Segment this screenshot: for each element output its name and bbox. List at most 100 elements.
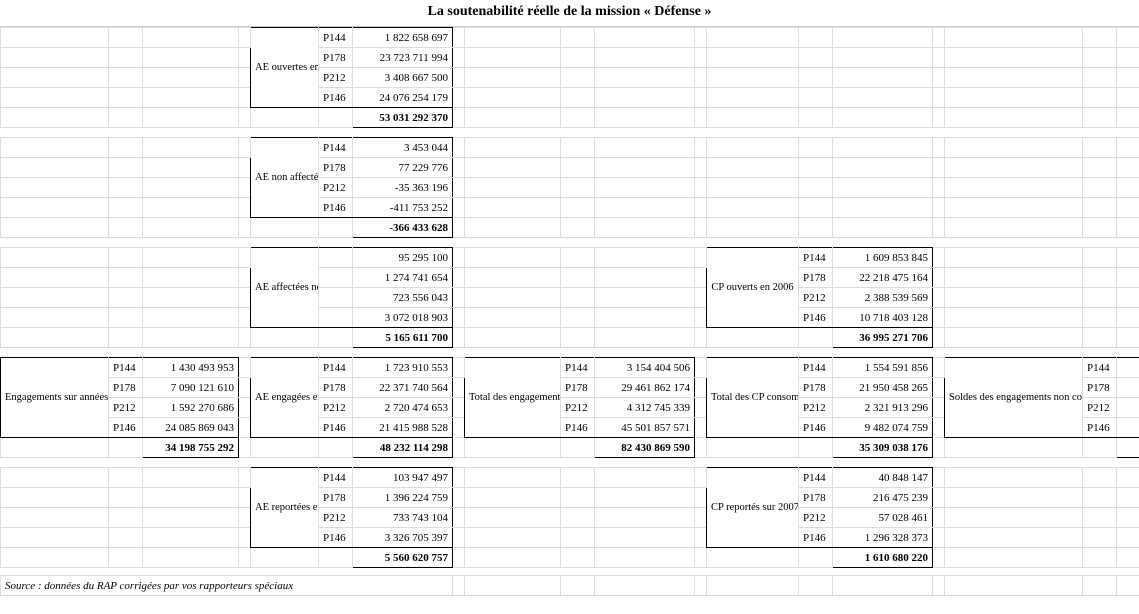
- prog: P178: [799, 268, 833, 288]
- prog: P212: [799, 288, 833, 308]
- prog: P146: [1083, 418, 1117, 438]
- value: 45 501 857 571: [595, 418, 695, 438]
- prog: P144: [1083, 358, 1117, 378]
- block-ae-engagees-label: AE engagées en 2006 (1): [251, 358, 319, 438]
- block-cp-ouverts-label: CP ouverts en 2006: [707, 248, 799, 328]
- source-note: Source : données du RAP corrigées par vo…: [1, 576, 453, 596]
- prog: P178: [319, 488, 353, 508]
- value: 9 482 074 759: [833, 418, 933, 438]
- value: -35 363 196: [353, 178, 453, 198]
- value: 4 312 745 339: [595, 398, 695, 418]
- prog: P146: [109, 418, 143, 438]
- value: 57 028 461: [833, 508, 933, 528]
- value: 2 720 474 653: [353, 398, 453, 418]
- sustainability-table: AE ouvertes en 2006 P144 1 822 658 697 P…: [0, 27, 1139, 596]
- prog: P144: [319, 138, 353, 158]
- total-ae-ouvertes: 53 031 292 370: [353, 108, 453, 128]
- prog: P212: [109, 398, 143, 418]
- value: 3 453 044: [353, 138, 453, 158]
- prog: P178: [319, 158, 353, 178]
- total-engagements-anterieurs: 34 198 755 292: [143, 438, 239, 458]
- prog: P212: [1083, 398, 1117, 418]
- value: 1 274 741 654: [353, 268, 453, 288]
- prog: P178: [1083, 378, 1117, 398]
- block-total-cp-consommes-label: Total des CP consommés en 2006 (4): [707, 358, 799, 438]
- prog: P212: [799, 398, 833, 418]
- value: 103 947 497: [353, 468, 453, 488]
- prog: P178: [799, 488, 833, 508]
- value: 3 072 018 903: [353, 308, 453, 328]
- prog: P144: [799, 358, 833, 378]
- value: 1 822 658 697: [353, 28, 453, 48]
- value: 1 430 493 953: [143, 358, 239, 378]
- prog: P144: [109, 358, 143, 378]
- prog: P146: [319, 198, 353, 218]
- value: 36 019 782 812: [1117, 418, 1139, 438]
- value: 3 408 667 500: [353, 68, 453, 88]
- prog: P178: [799, 378, 833, 398]
- page-title: La soutenabilité réelle de la mission « …: [0, 0, 1139, 27]
- prog: P212: [319, 68, 353, 88]
- total-ae-engagees: 48 232 114 298: [353, 438, 453, 458]
- block-soldes-engagements-label: Soldes des engagements non couverts par …: [945, 358, 1083, 438]
- value: 24 085 869 043: [143, 418, 239, 438]
- total-cp-reportes: 1 610 680 220: [833, 548, 933, 568]
- value: 1 396 224 759: [353, 488, 453, 508]
- value: 24 076 254 179: [353, 88, 453, 108]
- value: 723 556 043: [353, 288, 453, 308]
- value: 1 592 270 686: [143, 398, 239, 418]
- block-engagements-anterieurs-label: Engagements sur années antérieures non c…: [1, 358, 109, 438]
- value: 7 090 121 610: [143, 378, 239, 398]
- block-ae-reportees-label: AE reportées en 2007: [251, 468, 319, 548]
- prog: P146: [319, 528, 353, 548]
- value: 3 154 404 506: [595, 358, 695, 378]
- value: 77 229 776: [353, 158, 453, 178]
- value: 1 554 591 856: [833, 358, 933, 378]
- prog: P146: [319, 418, 353, 438]
- value: 21 950 458 265: [833, 378, 933, 398]
- value: 7 511 403 909: [1117, 378, 1139, 398]
- value: 23 723 711 994: [353, 48, 453, 68]
- value: 95 295 100: [353, 248, 453, 268]
- block-total-engagements-label: Total des engagements réalisés au 31/12/…: [465, 358, 561, 438]
- total-ae-reportees: 5 560 620 757: [353, 548, 453, 568]
- value: 1 296 328 373: [833, 528, 933, 548]
- prog: P178: [319, 378, 353, 398]
- total-soldes-engagements: 47 121 831 414: [1117, 438, 1139, 458]
- value: 29 461 862 174: [595, 378, 695, 398]
- prog: P212: [561, 398, 595, 418]
- value: 21 415 988 528: [353, 418, 453, 438]
- value: 216 475 239: [833, 488, 933, 508]
- value: 1 599 812 650: [1117, 358, 1139, 378]
- value: 2 321 913 296: [833, 398, 933, 418]
- prog: P146: [799, 308, 833, 328]
- prog: P144: [561, 358, 595, 378]
- value: 1 609 853 845: [833, 248, 933, 268]
- prog: P144: [319, 28, 353, 48]
- prog: P212: [319, 398, 353, 418]
- value: 40 848 147: [833, 468, 933, 488]
- prog: P146: [319, 88, 353, 108]
- value: 2 388 539 569: [833, 288, 933, 308]
- prog: P212: [319, 508, 353, 528]
- prog: P144: [799, 248, 833, 268]
- prog: P144: [319, 468, 353, 488]
- total-ae-affectees: 5 165 611 700: [353, 328, 453, 348]
- prog: P178: [561, 378, 595, 398]
- prog: P212: [319, 178, 353, 198]
- value: 1 723 910 553: [353, 358, 453, 378]
- total-ae-non-affectees: -366 433 628: [353, 218, 453, 238]
- value: 10 718 403 128: [833, 308, 933, 328]
- block-cp-reportes-label: CP reportés sur 2007: [707, 468, 799, 548]
- prog: P178: [109, 378, 143, 398]
- prog: P144: [799, 468, 833, 488]
- prog: P144: [319, 358, 353, 378]
- prog: P178: [319, 48, 353, 68]
- value: -411 753 252: [353, 198, 453, 218]
- prog: P146: [799, 418, 833, 438]
- block-ae-non-affectees-label: AE non affectées au 31/12/2006: [251, 138, 319, 218]
- value: 1 990 832 043: [1117, 398, 1139, 418]
- total-total-engagements: 82 430 869 590: [595, 438, 695, 458]
- block-ae-ouvertes-label: AE ouvertes en 2006: [251, 28, 319, 108]
- value: 22 371 740 564: [353, 378, 453, 398]
